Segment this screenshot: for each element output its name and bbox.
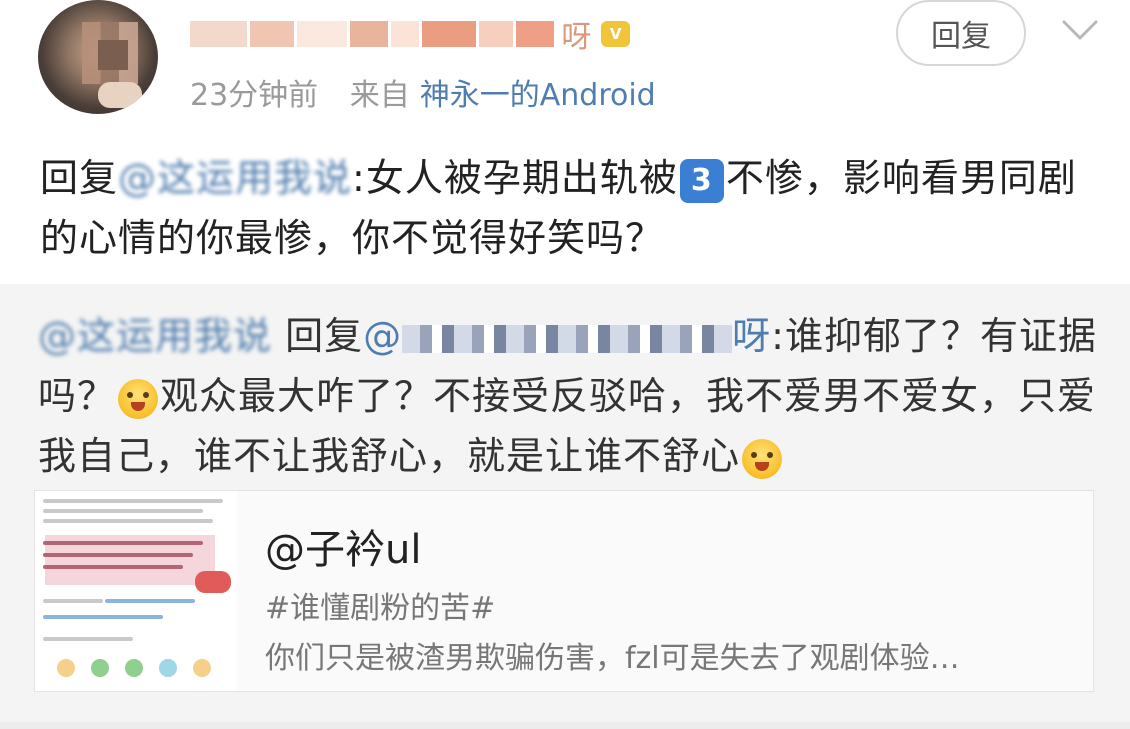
thumb-red-mark	[195, 571, 231, 593]
quoted-mention2-suffix[interactable]: 呀	[732, 314, 771, 358]
thumb-text-line	[43, 509, 203, 513]
weibo-comment-page: 呀 V 23分钟前 来自 神永一的Android 回复 回复@这运用我说:女人被孕…	[0, 0, 1130, 729]
linked-post-card[interactable]: @子衿ul #谁懂剧粉的苦# 你们只是被渣男欺骗伤害，fzl可是失去了观剧体验…	[34, 490, 1094, 692]
thumb-icon	[193, 659, 211, 677]
quoted-text: @这运用我说 回复@ 呀:谁抑郁了？有证据吗？ 观众最大咋了？不接受反驳哈，我不爱男…	[38, 306, 1098, 486]
post-meta: 23分钟前 来自 神永一的Android	[190, 70, 656, 114]
avatar[interactable]	[38, 0, 158, 114]
quoted-comment[interactable]: @这运用我说 回复@ 呀:谁抑郁了？有证据吗？ 观众最大咋了？不接受反驳哈，我不爱男…	[0, 284, 1130, 722]
thumb-icon	[159, 659, 177, 677]
username-mosaic	[349, 21, 388, 47]
thumb-icon	[125, 659, 143, 677]
thumb-icon	[91, 659, 109, 677]
card-topic: #谁懂剧粉的苦#	[265, 591, 496, 626]
username-mosaic	[516, 21, 555, 47]
bottom-divider	[0, 722, 1130, 729]
avatar-hand	[98, 82, 142, 108]
number-3-badge-icon: 3	[679, 158, 724, 203]
reply-prefix: 回复	[40, 156, 119, 200]
thumb-text-line	[43, 599, 103, 603]
thumb-tag	[43, 615, 163, 619]
card-title: @子衿ul	[265, 527, 422, 573]
username-mosaic	[478, 21, 514, 47]
thumb-text-line	[43, 565, 183, 569]
username-mosaic	[250, 21, 295, 47]
username-mosaic	[190, 21, 248, 47]
grinning-sweat-emoji-icon	[118, 378, 159, 419]
thumb-tag	[105, 599, 195, 603]
source-prefix: 来自	[349, 78, 410, 113]
avatar-mosaic-center	[98, 40, 128, 70]
quoted-mention2-prefix[interactable]: @	[363, 314, 402, 358]
thumb-icon	[57, 659, 75, 677]
post-time: 23分钟前	[190, 78, 319, 113]
quoted-text-part2: 观众最大咋了？不接受反驳哈，我不爱男不爱女，只爱我自己，谁不让我舒心，就是让谁不…	[38, 374, 1097, 478]
reply-button[interactable]: 回复	[896, 0, 1026, 66]
quoted-reply-word: 回复	[285, 314, 364, 358]
thumb-text-line	[43, 541, 203, 545]
quoted-mention-link[interactable]: @这运用我说	[38, 314, 272, 358]
username-mosaic	[390, 21, 420, 47]
mention-link[interactable]: @这运用我说	[118, 156, 352, 200]
redacted-username	[402, 324, 733, 353]
username-mosaic	[297, 21, 347, 47]
card-description: 你们只是被渣男欺骗伤害，fzl可是失去了观剧体验…	[265, 641, 960, 676]
thumb-text-line	[43, 499, 223, 503]
chevron-down-icon[interactable]	[1060, 10, 1100, 50]
username-mosaic	[422, 21, 476, 47]
reply-text-part1: :女人被孕期出轨被	[352, 156, 678, 200]
username-visible: 呀	[561, 20, 594, 55]
grinning-sweat-emoji-icon	[742, 438, 783, 479]
reply-content: 回复@这运用我说:女人被孕期出轨被 3 不惨，影响看男同剧的心情的你最惨，你不觉得好…	[40, 148, 1100, 268]
thumb-text-line	[43, 637, 133, 641]
thumb-text-line	[43, 553, 193, 557]
thumb-text-line	[43, 519, 213, 523]
member-badge-icon: V	[601, 21, 630, 47]
username[interactable]: 呀 V	[190, 14, 630, 55]
source-link[interactable]: 神永一的Android	[420, 78, 656, 113]
card-thumbnail	[35, 491, 237, 691]
